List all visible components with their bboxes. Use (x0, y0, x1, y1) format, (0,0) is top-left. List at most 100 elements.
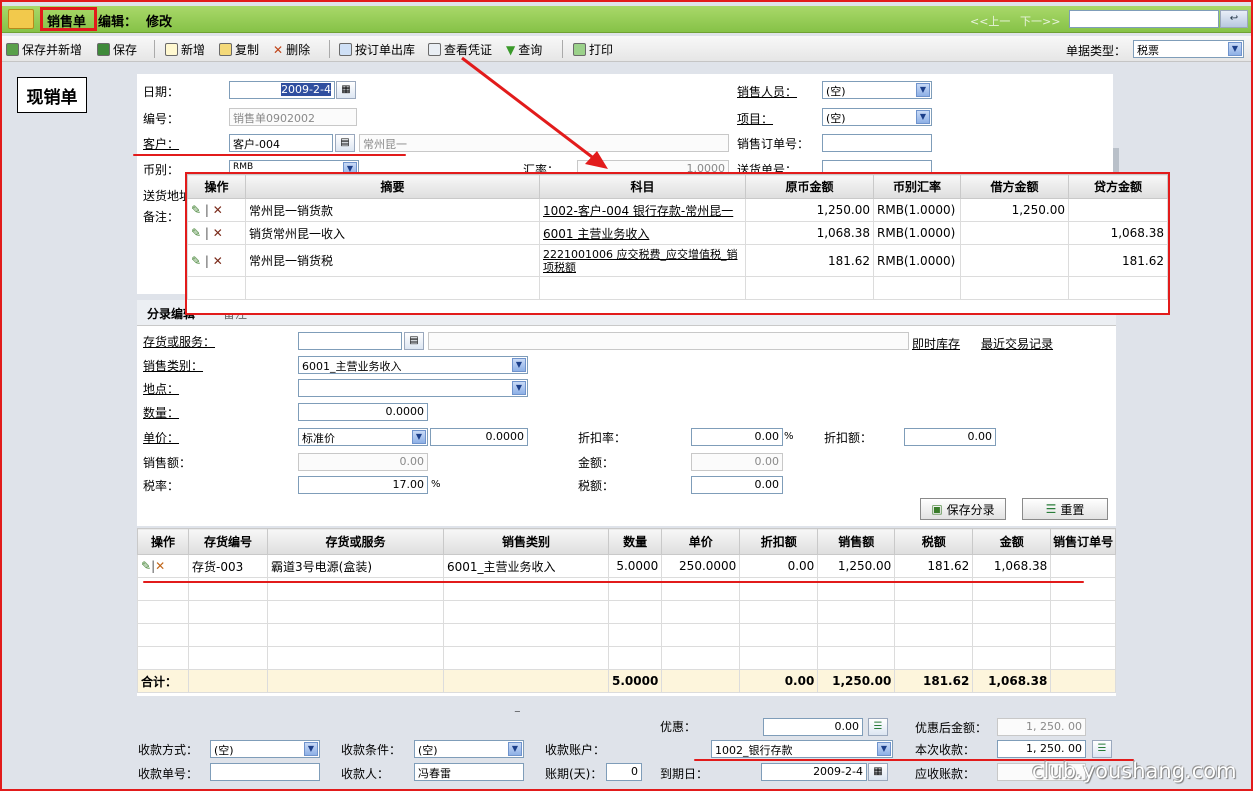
voucher-col-credit: 贷方金额 (1068, 174, 1168, 199)
print-button[interactable]: 打印 (573, 41, 613, 58)
reset-button[interactable]: ☰ 重置 (1022, 498, 1108, 520)
next-link[interactable]: 下一>> (1020, 13, 1060, 29)
order-no-input[interactable] (822, 134, 932, 152)
location-label[interactable]: 地点： (143, 380, 179, 397)
watermark: club.youshang.com (1032, 759, 1237, 783)
price-type-select[interactable]: 标准价 ▼ (298, 428, 428, 446)
voucher-debit: 1,250.00 (960, 198, 1069, 222)
title-search-input[interactable] (1069, 10, 1219, 28)
receipt-no-input[interactable] (210, 763, 320, 781)
inventory-input[interactable] (298, 332, 402, 350)
edit-icon[interactable]: ✎ (191, 254, 201, 268)
voucher-subject-link[interactable]: 2221001006 应交税费_应交增值税_销项税额 (539, 244, 746, 277)
edit-icon[interactable]: ✎ (141, 559, 151, 573)
chevron-down-icon: ▼ (1228, 42, 1242, 56)
remark-label: 备注： (143, 210, 180, 224)
pay-cond-select[interactable]: (空) ▼ (414, 740, 524, 758)
disc-rate-input[interactable]: 0.00 (691, 428, 783, 446)
delete-icon[interactable]: ✕ (213, 254, 223, 268)
save-button[interactable]: 保存 (97, 41, 137, 58)
new-button[interactable]: 新增 (165, 41, 205, 58)
receipt-no-label: 收款单号： (138, 767, 199, 781)
tax-input[interactable]: 0.00 (691, 476, 783, 494)
voucher-orig: 181.62 (745, 244, 874, 277)
prev-link[interactable]: <<上一 (970, 13, 1010, 29)
discount-calc-icon[interactable]: ☰ (868, 718, 888, 736)
due-calendar-icon[interactable]: ▦ (868, 763, 888, 781)
price-label[interactable]: 单价： (143, 429, 179, 446)
save-entry-icon: ▣ (931, 502, 943, 516)
chevron-down-icon: ▼ (877, 742, 891, 756)
project-label[interactable]: 项目： (737, 110, 773, 127)
number-input[interactable]: 销售单0902002 (229, 108, 357, 126)
items-col-price: 单价 (661, 528, 741, 555)
chevron-down-icon: ▼ (412, 430, 426, 444)
customer-lookup-icon[interactable]: ▤ (335, 134, 355, 152)
save-new-button[interactable]: 保存并新增 (6, 41, 82, 58)
voucher-subject-link[interactable]: 6001 主营业务收入 (539, 221, 746, 245)
sales-type-label[interactable]: 销售类别： (143, 357, 203, 374)
query-button[interactable]: ▼ 查询 (506, 41, 542, 58)
out-by-order-button[interactable]: 按订单出库 (339, 41, 415, 58)
sales-type-select[interactable]: 6001_主营业务收入 ▼ (298, 356, 528, 374)
project-select[interactable]: (空) ▼ (822, 108, 932, 126)
new-doc-icon (165, 43, 178, 56)
number-label: 编号： (143, 112, 180, 126)
this-pay-calc-icon[interactable]: ☰ (1092, 740, 1112, 758)
customer-input[interactable]: 客户-004 (229, 134, 333, 152)
item-name: 霸道3号电源(盒装) (267, 554, 444, 578)
qty-label[interactable]: 数量： (143, 404, 179, 421)
edit-icon[interactable]: ✎ (191, 203, 201, 217)
delete-icon[interactable]: ✕ (213, 203, 223, 217)
term-input[interactable]: 0 (606, 763, 642, 781)
discount-input[interactable]: 0.00 (763, 718, 863, 736)
stock-link[interactable]: 即时库存 (912, 335, 960, 352)
delete-icon[interactable]: ✕ (155, 559, 165, 573)
due-date-input[interactable]: 2009-2-4 (761, 763, 867, 781)
after-discount-label: 优惠后金额： (915, 721, 988, 735)
inventory-lookup-icon[interactable]: ▤ (404, 332, 424, 350)
calendar-icon[interactable]: ▦ (336, 81, 356, 99)
salesman-label[interactable]: 销售人员： (737, 83, 797, 100)
copy-button[interactable]: 复制 (219, 41, 259, 58)
voucher-summary: 常州昆一销货税 (245, 244, 540, 277)
return-button[interactable]: ↩ (1220, 10, 1248, 28)
customer-underline-annotation (133, 154, 406, 156)
salesman-select[interactable]: (空) ▼ (822, 81, 932, 99)
delete-button[interactable]: ✕ 删除 (273, 41, 310, 58)
save-entry-button[interactable]: ▣ 保存分录 (920, 498, 1006, 520)
voucher-subject-link[interactable]: 1002-客户-004 银行存款-常州昆一 (539, 198, 746, 222)
account-select[interactable]: 1002_银行存款 ▼ (711, 740, 893, 758)
total-qty: 5.0000 (607, 669, 663, 693)
payee-input[interactable]: 冯春雷 (414, 763, 524, 781)
voucher-credit: 1,068.38 (1068, 221, 1168, 245)
item-price: 250.0000 (661, 554, 741, 578)
disc-amt-input[interactable]: 0.00 (904, 428, 996, 446)
chevron-down-icon: ▼ (508, 742, 522, 756)
doc-type-select[interactable]: 税票 ▼ (1133, 40, 1244, 58)
chevron-down-icon: ▼ (304, 742, 318, 756)
inventory-label[interactable]: 存货或服务： (143, 333, 215, 350)
voucher-row: ✎ | ✕ 常州昆一销货款 1002-客户-004 银行存款-常州昆一 1,25… (187, 198, 1168, 222)
date-input[interactable]: 2009-2-4 (229, 81, 335, 99)
view-voucher-button[interactable]: 查看凭证 (428, 41, 492, 58)
item-type: 6001_主营业务收入 (443, 554, 609, 578)
edit-icon[interactable]: ✎ (191, 226, 201, 240)
recent-trade-link[interactable]: 最近交易记录 (981, 335, 1053, 352)
qty-input[interactable]: 0.0000 (298, 403, 428, 421)
cash-sale-badge: 现销单 (17, 77, 87, 113)
customer-label[interactable]: 客户： (143, 135, 179, 152)
voucher-popup: 操作 摘要 科目 原币金额 币别汇率 借方金额 贷方金额 ✎ | ✕ 常州昆一销… (185, 172, 1170, 315)
location-select[interactable]: ▼ (298, 379, 528, 397)
delete-icon[interactable]: ✕ (213, 226, 223, 240)
voucher-rate: RMB(1.0000) (873, 221, 961, 245)
item-disc: 0.00 (739, 554, 819, 578)
price-input[interactable]: 0.0000 (430, 428, 528, 446)
row-actions: ✎ | ✕ (187, 198, 246, 222)
pay-method-select[interactable]: (空) ▼ (210, 740, 320, 758)
table-row[interactable]: ✎|✕ 存货-003 霸道3号电源(盒装) 6001_主营业务收入 5.0000… (137, 554, 1116, 578)
tax-rate-input[interactable]: 17.00 (298, 476, 428, 494)
after-discount-input: 1, 250. 00 (997, 718, 1086, 736)
this-pay-input[interactable]: 1, 250. 00 (997, 740, 1086, 758)
save-new-icon (6, 43, 19, 56)
